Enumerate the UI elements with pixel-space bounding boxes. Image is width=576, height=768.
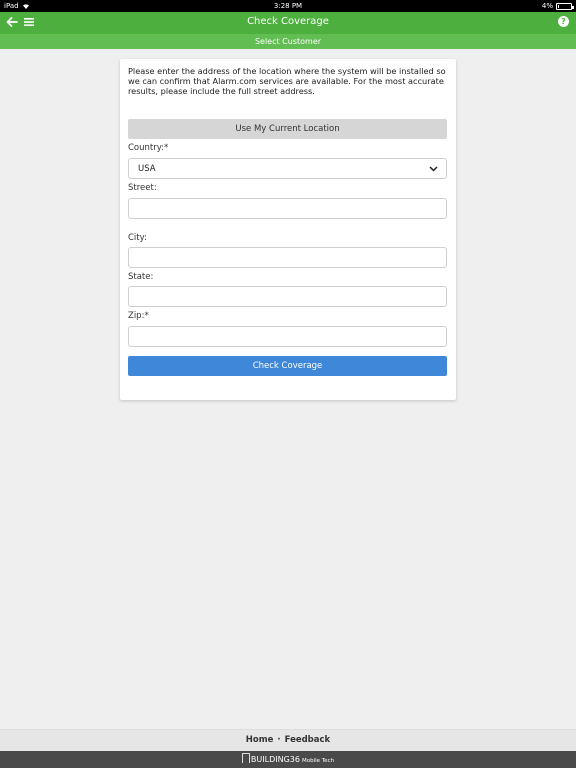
city-label: City: [128,233,147,243]
select-customer-link[interactable]: Select Customer [0,34,576,49]
country-value: USA [138,164,156,174]
state-input[interactable] [128,286,447,307]
battery-percent: 4% [541,2,553,10]
street-input[interactable] [128,198,447,219]
battery-icon [556,2,574,10]
feedback-link[interactable]: Feedback [285,735,331,745]
coverage-form-card: Please enter the address of the location… [120,59,456,400]
footer-separator: · [277,735,281,745]
intro-text: Please enter the address of the location… [128,66,446,96]
check-coverage-button[interactable]: Check Coverage [128,356,447,376]
help-icon[interactable]: ? [558,16,569,27]
state-label: State: [128,272,154,282]
brand-name: BUILDING36 [250,755,300,764]
page-title: Check Coverage [247,16,329,27]
zip-input[interactable] [128,326,447,347]
footer-links: Home · Feedback [0,729,576,751]
country-label: Country:* [128,143,169,153]
status-time: 3:28 PM [273,2,303,10]
use-current-location-button[interactable]: Use My Current Location [128,119,447,139]
status-bar: iPad 3:28 PM 4% [0,0,576,12]
country-select[interactable]: USA [128,158,447,179]
building-logo-icon [241,753,250,763]
chevron-down-icon [429,166,438,172]
city-input[interactable] [128,247,447,268]
zip-label: Zip:* [128,311,149,321]
street-label: Street: [128,183,157,193]
app-header: Check Coverage ? [0,12,576,34]
home-link[interactable]: Home [246,735,274,745]
brand-tagline: Mobile Tech [301,758,335,764]
footer-brand: BUILDING36 Mobile Tech [0,751,576,768]
